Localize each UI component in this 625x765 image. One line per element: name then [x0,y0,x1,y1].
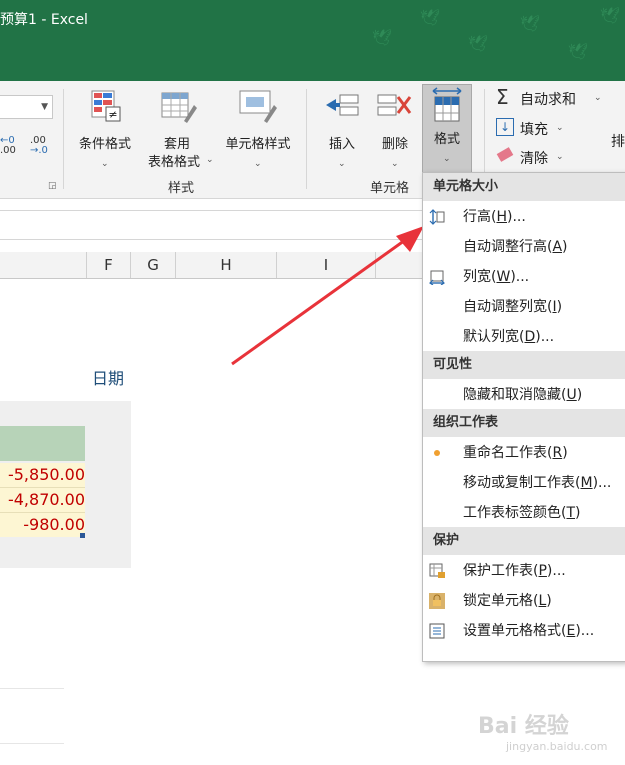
menu-item-label: 重命名工作表(R) [463,445,568,461]
menu-item-e[interactable]: 设置单元格格式(E)... [423,616,625,646]
menu-item-label: 设置单元格格式(E)... [463,623,595,639]
menu-item-i[interactable]: 自动调整列宽(I) [423,292,625,322]
menu-item-label: 默认列宽(D)... [463,329,555,345]
menu-item-label: 移动或复制工作表(M)... [463,475,612,491]
baidu-watermark: Bai 经验 [478,714,569,739]
baidu-watermark-url: jingyan.baidu.com [506,740,608,753]
menu-item-t[interactable]: 工作表标签颜色(T) [423,498,625,528]
menu-item-label: 列宽(W)... [463,269,530,285]
format-dropdown-menu: 单元格大小行高(H)... 自动调整行高(A) 列宽(W)... 自动调整列宽(I) 默… [422,172,625,662]
menu-item-r[interactable]: 重命名工作表(R) [423,438,625,468]
menu-item-label: 隐藏和取消隐藏(U) [463,387,583,403]
menu-section-header: 单元格大小 [423,173,625,201]
menu-item-label: 工作表标签颜色(T) [463,505,581,521]
menu-item-label: 行高(H)... [463,209,526,225]
menu-item-d[interactable]: 默认列宽(D)... [423,322,625,352]
menu-item-w[interactable]: 列宽(W)... [423,262,625,292]
menu-item-label: 自动调整行高(A) [463,239,568,255]
menu-section-header: 可见性 [423,351,625,379]
menu-item-l[interactable]: 锁定单元格(L) [423,586,625,616]
menu-item-m[interactable]: 移动或复制工作表(M)... [423,468,625,498]
menu-item-label: 自动调整列宽(I) [463,299,563,315]
menu-item-p[interactable]: 保护工作表(P)... [423,556,625,586]
menu-item-h[interactable]: 行高(H)... [423,202,625,232]
menu-item-label: 保护工作表(P)... [463,563,566,579]
menu-section-header: 保护 [423,527,625,555]
menu-section-header: 组织工作表 [423,409,625,437]
menu-item-u[interactable]: 隐藏和取消隐藏(U) [423,380,625,410]
menu-item-a[interactable]: 自动调整行高(A) [423,232,625,262]
menu-item-label: 锁定单元格(L) [463,593,552,609]
